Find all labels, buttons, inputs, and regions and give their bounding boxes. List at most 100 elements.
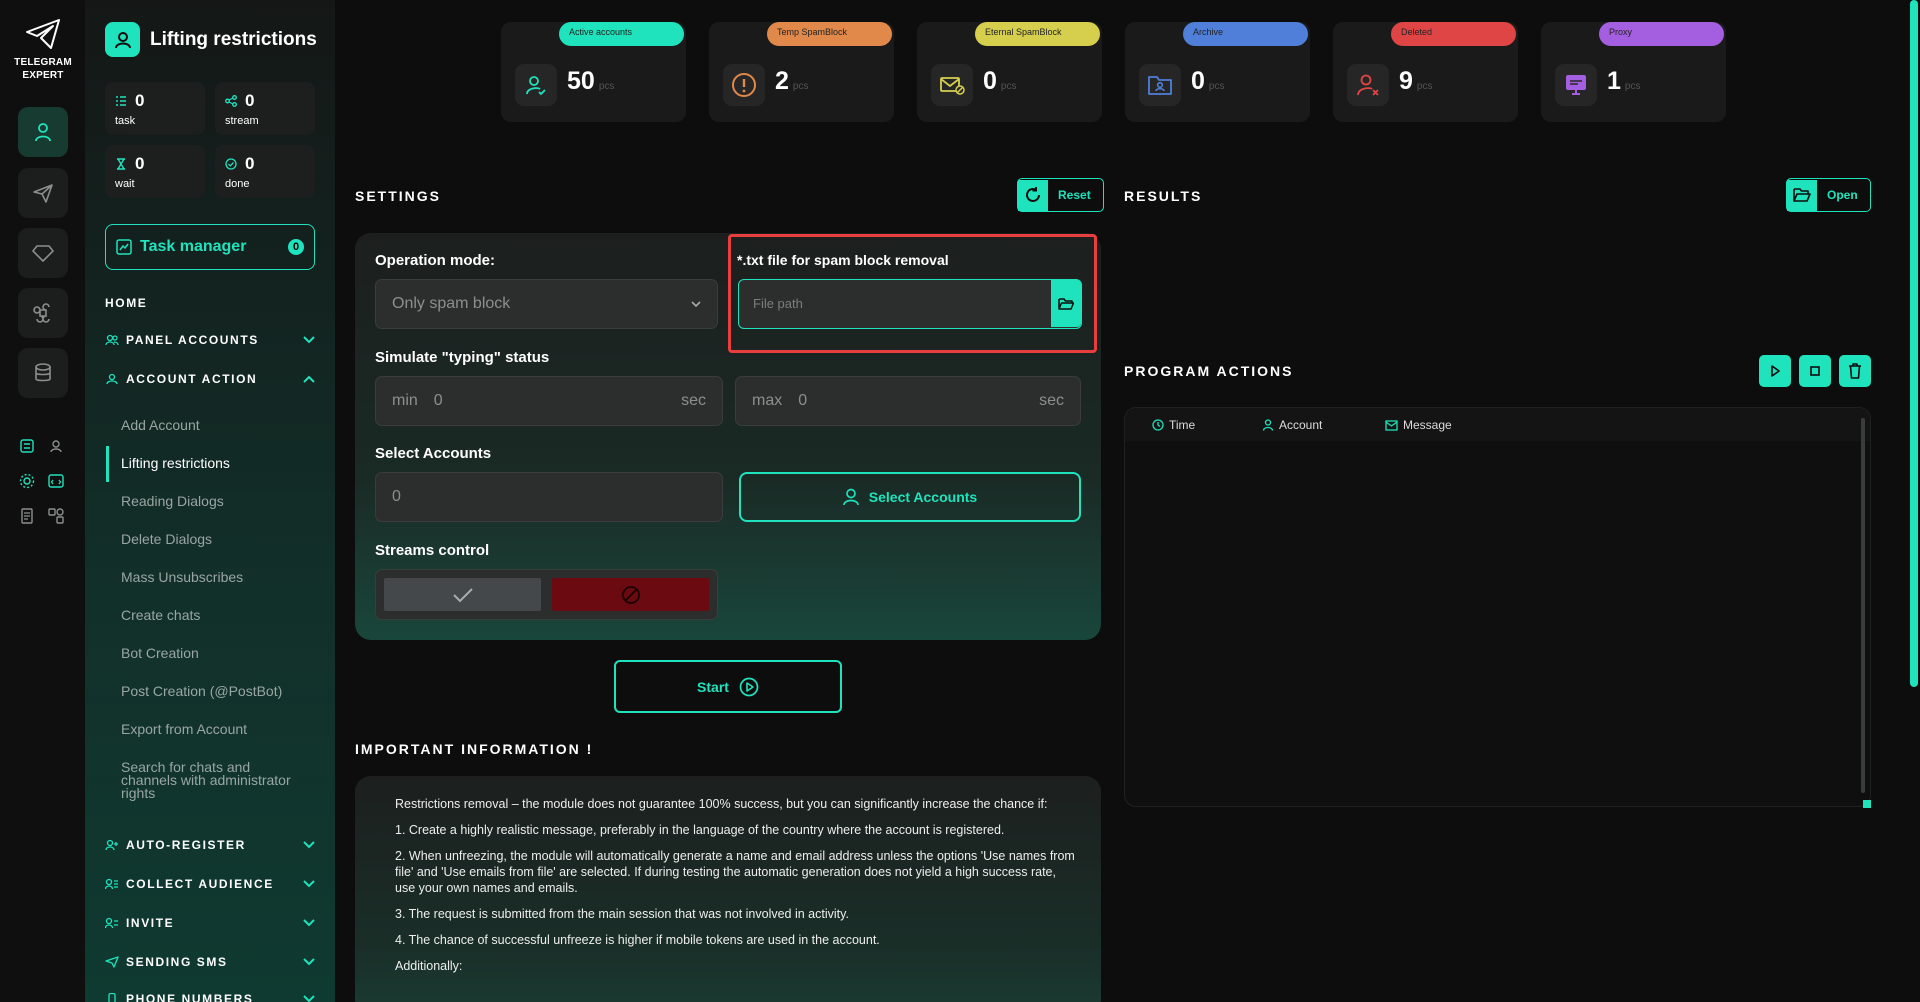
card-label: Proxy — [1599, 22, 1724, 46]
card-archive[interactable]: Archive 0 pcs — [1125, 22, 1310, 122]
card-deleted[interactable]: Deleted 9 pcs — [1333, 22, 1518, 122]
reset-button[interactable]: Reset — [1017, 178, 1104, 212]
program-actions-log: Time Account Message — [1124, 407, 1871, 808]
chevron-down-icon — [691, 300, 701, 308]
card-label: Eternal SpamBlock — [975, 22, 1100, 46]
card-temp-spamblock[interactable]: Temp SpamBlock 2 pcs — [709, 22, 894, 122]
paper-plane-icon — [105, 956, 119, 968]
stat-done: 0 done — [215, 145, 315, 198]
start-button[interactable]: Start — [614, 660, 842, 713]
rail-commands-button[interactable] — [18, 288, 68, 338]
rail-accounts-button[interactable] — [18, 107, 68, 157]
info-paragraph: 4. The chance of successful unfreeze is … — [395, 933, 880, 947]
card-value: 9 — [1399, 67, 1413, 95]
rail-sm-code-icon[interactable] — [45, 470, 67, 492]
rail-sm-grid-icon[interactable] — [45, 505, 67, 527]
active-item-indicator — [106, 446, 109, 482]
nav-mass-unsubscribes[interactable]: Mass Unsubscribes — [121, 570, 311, 584]
info-paragraph: Additionally: — [395, 959, 463, 973]
card-active-accounts[interactable]: Active accounts 50 pcs — [501, 22, 686, 122]
operation-mode-select[interactable]: Only spam block — [375, 279, 718, 329]
program-actions-title: PROGRAM ACTIONS — [1124, 363, 1294, 379]
streams-control-label: Streams control — [375, 542, 490, 559]
nav-post-creation[interactable]: Post Creation (@PostBot) — [121, 684, 311, 698]
select-accounts-button[interactable]: Select Accounts — [739, 472, 1081, 522]
nav-auto-register[interactable]: AUTO-REGISTER — [105, 838, 315, 852]
nav-home[interactable]: HOME — [105, 296, 315, 310]
phone-icon — [108, 993, 116, 1002]
select-accounts-label: Select Accounts — [375, 445, 492, 462]
card-label: Temp SpamBlock — [767, 22, 892, 46]
rail-sm-accounts-icon[interactable] — [16, 435, 38, 457]
chevron-down-icon — [303, 958, 315, 966]
rail-send-button[interactable] — [18, 168, 68, 218]
rail-premium-button[interactable] — [18, 228, 68, 278]
log-scrollbar[interactable] — [1861, 418, 1865, 793]
column-message[interactable]: Message — [1385, 418, 1452, 432]
nav-create-chats[interactable]: Create chats — [121, 608, 311, 622]
rail-database-button[interactable] — [18, 348, 68, 398]
icon-rail: TELEGRAM EXPERT — [0, 0, 85, 1002]
nav-lifting-restrictions[interactable]: Lifting restrictions — [121, 456, 311, 470]
trash-icon — [1849, 363, 1861, 379]
logo-text-line2: EXPERT — [22, 70, 64, 81]
chevron-down-icon — [303, 880, 315, 888]
user-icon — [1262, 419, 1274, 431]
chevron-down-icon — [303, 995, 315, 1002]
nav-delete-dialogs[interactable]: Delete Dialogs — [121, 532, 311, 546]
streams-enable-button[interactable] — [384, 578, 541, 611]
page-scrollbar[interactable] — [1910, 0, 1918, 687]
settings-title: SETTINGS — [355, 188, 442, 204]
user-icon — [106, 373, 118, 385]
nav-sending-sms[interactable]: SENDING SMS — [105, 955, 315, 969]
nav-phone-numbers[interactable]: PHONE NUMBERS — [105, 992, 315, 1002]
column-account[interactable]: Account — [1262, 418, 1322, 432]
browse-file-button[interactable] — [1051, 280, 1081, 327]
rail-sm-location-icon[interactable] — [45, 435, 67, 457]
telegram-logo-icon — [26, 19, 60, 49]
warning-icon — [723, 64, 765, 106]
users-icon — [105, 334, 119, 346]
refresh-icon — [1018, 179, 1048, 211]
user-remove-icon — [1347, 64, 1389, 106]
archive-folder-icon — [1139, 64, 1181, 106]
typing-max-input[interactable]: max 0 sec — [735, 376, 1081, 426]
play-button[interactable] — [1759, 355, 1791, 387]
task-manager-button[interactable]: Task manager 0 — [105, 224, 315, 270]
resize-handle[interactable] — [1863, 800, 1871, 808]
nav-add-account[interactable]: Add Account — [121, 418, 311, 432]
nav-search-admin-chats[interactable]: Search for chats and channels with admin… — [121, 760, 306, 800]
open-results-button[interactable]: Open — [1786, 178, 1871, 212]
info-paragraph: Restrictions removal – the module does n… — [395, 797, 1048, 811]
rail-sm-doc-icon[interactable] — [16, 505, 38, 527]
results-title: RESULTS — [1124, 188, 1203, 204]
card-proxy[interactable]: Proxy 1 pcs — [1541, 22, 1726, 122]
file-path-input[interactable]: File path — [738, 279, 1082, 329]
chevron-down-icon — [303, 841, 315, 849]
nav-bot-creation[interactable]: Bot Creation — [121, 646, 311, 660]
mail-block-icon — [931, 64, 973, 106]
user-lines-icon — [105, 917, 118, 929]
rail-sm-settings-icon[interactable] — [16, 470, 38, 492]
stat-task: 0 task — [105, 82, 205, 135]
nav-invite[interactable]: INVITE — [105, 916, 315, 930]
chevron-up-icon — [303, 375, 315, 383]
streams-disable-button[interactable] — [552, 578, 709, 611]
nav-reading-dialogs[interactable]: Reading Dialogs — [121, 494, 311, 508]
user-icon — [842, 488, 859, 506]
play-icon — [1771, 365, 1780, 377]
nav-collect-audience[interactable]: COLLECT AUDIENCE — [105, 877, 315, 891]
column-time[interactable]: Time — [1152, 418, 1195, 432]
typing-min-input[interactable]: min 0 sec — [375, 376, 723, 426]
nav-export-from-account[interactable]: Export from Account — [121, 722, 311, 736]
user-icon — [35, 123, 51, 142]
check-circle-icon — [225, 158, 237, 170]
nav-panel-accounts[interactable]: PANEL ACCOUNTS — [105, 333, 315, 347]
clear-log-button[interactable] — [1839, 355, 1871, 387]
info-paragraph: 1. Create a highly realistic message, pr… — [395, 823, 1005, 837]
command-icon — [33, 303, 50, 323]
stop-button[interactable] — [1799, 355, 1831, 387]
card-eternal-spamblock[interactable]: Eternal SpamBlock 0 pcs — [917, 22, 1102, 122]
nav-account-action[interactable]: ACCOUNT ACTION — [105, 372, 315, 386]
clock-icon — [1152, 419, 1164, 431]
